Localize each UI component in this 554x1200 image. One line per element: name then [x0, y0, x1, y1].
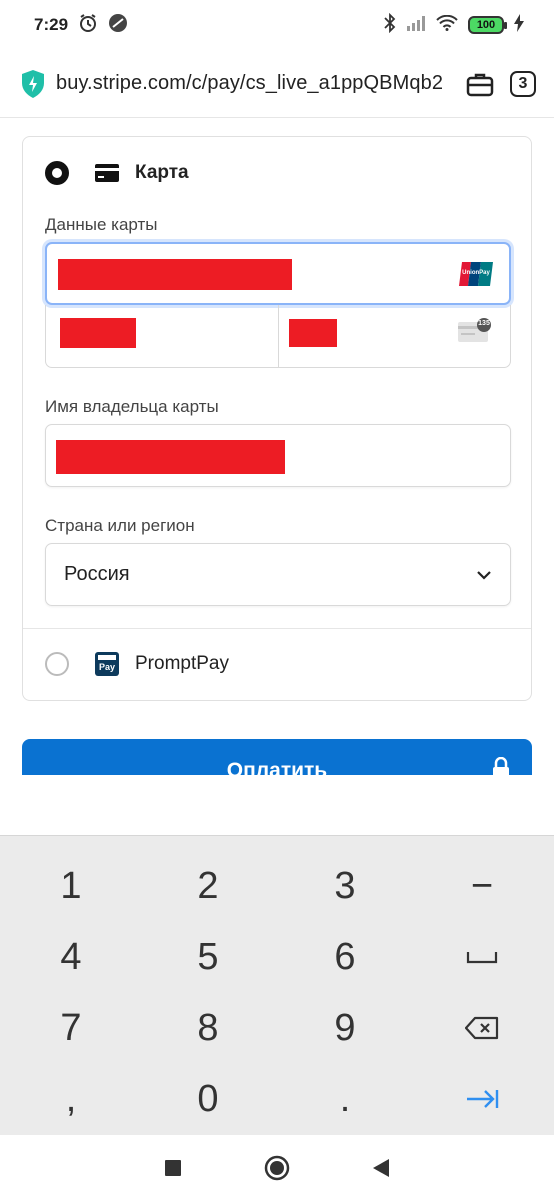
pay-button[interactable]: Оплатить	[22, 739, 532, 775]
system-nav-bar	[0, 1135, 554, 1200]
charging-icon	[514, 13, 524, 37]
space-icon	[466, 952, 498, 964]
key-2[interactable]: 2	[139, 850, 277, 922]
briefcase-icon[interactable]	[466, 71, 494, 97]
wifi-icon	[436, 14, 458, 36]
numeric-keyboard: 1 2 3 − 4 5 6 7 8 9 , 0 .	[0, 835, 554, 1135]
promptpay-radio[interactable]	[45, 652, 69, 676]
key-9[interactable]: 9	[276, 992, 414, 1064]
key-4[interactable]: 4	[2, 921, 140, 993]
promptpay-icon: Pay	[95, 652, 119, 676]
key-next[interactable]	[413, 1063, 551, 1135]
key-8[interactable]: 8	[139, 992, 277, 1064]
key-5[interactable]: 5	[139, 921, 277, 993]
browser-url-bar[interactable]: buy.stripe.com/c/pay/cs_live_a1ppQBMqb2 …	[0, 50, 554, 118]
home-icon[interactable]	[264, 1155, 290, 1181]
key-space[interactable]	[413, 921, 551, 993]
key-6[interactable]: 6	[276, 921, 414, 993]
card-radio[interactable]	[45, 161, 69, 185]
key-period[interactable]: .	[276, 1063, 414, 1135]
recents-icon[interactable]	[164, 1159, 182, 1177]
alarm-icon	[78, 13, 98, 38]
back-icon[interactable]	[372, 1158, 390, 1178]
key-0[interactable]: 0	[139, 1063, 277, 1135]
pay-button-label: Оплатить	[226, 759, 328, 775]
unionpay-icon: UnionPay	[459, 262, 493, 286]
key-1[interactable]: 1	[2, 850, 140, 922]
cvc-hint-text: 135	[478, 320, 490, 327]
key-7[interactable]: 7	[2, 992, 140, 1064]
redacted-expiry	[60, 318, 136, 348]
expiry-input[interactable]	[46, 305, 278, 367]
cardholder-name-input[interactable]	[45, 424, 511, 487]
key-3[interactable]: 3	[276, 850, 414, 922]
url-text[interactable]: buy.stripe.com/c/pay/cs_live_a1ppQBMqb2	[56, 72, 452, 95]
payment-method-promptpay[interactable]: Pay PromptPay	[23, 629, 531, 699]
payment-method-card[interactable]: Карта	[23, 138, 531, 208]
bluetooth-icon	[384, 12, 396, 38]
country-select[interactable]: Россия	[45, 543, 511, 606]
card-method-label: Карта	[135, 162, 189, 183]
payment-methods-panel: Карта Данные карты UnionPay 135 Имя влад…	[22, 136, 532, 701]
promptpay-label: PromptPay	[135, 653, 229, 674]
card-expiry-cvc-row: 135	[45, 305, 511, 368]
lock-icon	[493, 757, 509, 775]
secure-shield-icon	[22, 69, 44, 98]
tab-count-button[interactable]: 3	[510, 70, 536, 97]
dnd-icon	[108, 13, 128, 38]
key-backspace[interactable]	[413, 992, 551, 1064]
unionpay-text: UnionPay	[462, 270, 490, 276]
promptpay-icon-text: Pay	[98, 662, 115, 672]
status-time: 7:29	[34, 15, 69, 34]
cvc-card-icon: 135	[458, 317, 492, 348]
card-icon	[95, 164, 119, 182]
redacted-card-number	[58, 259, 292, 290]
key-comma[interactable]: ,	[2, 1063, 140, 1135]
card-data-label: Данные карты	[45, 215, 158, 234]
chevron-down-icon	[477, 570, 491, 580]
country-value: Россия	[64, 563, 130, 585]
cardholder-label: Имя владельца карты	[45, 397, 219, 416]
redacted-cvc	[288, 319, 337, 347]
redacted-cardholder-name	[56, 440, 285, 474]
cvc-input[interactable]: 135	[277, 305, 511, 367]
checkout-screen: 7:29 100 buy.stripe.com/c/pay/cs_live_a1…	[0, 0, 554, 1200]
country-label: Страна или регион	[45, 516, 195, 535]
key-minus[interactable]: −	[413, 850, 551, 922]
battery-indicator: 100	[468, 16, 507, 34]
backspace-icon	[465, 1016, 499, 1040]
status-bar: 7:29 100	[0, 0, 554, 50]
card-number-input[interactable]: UnionPay	[45, 242, 511, 305]
next-arrow-icon	[467, 1090, 499, 1108]
signal-icon	[406, 15, 426, 36]
